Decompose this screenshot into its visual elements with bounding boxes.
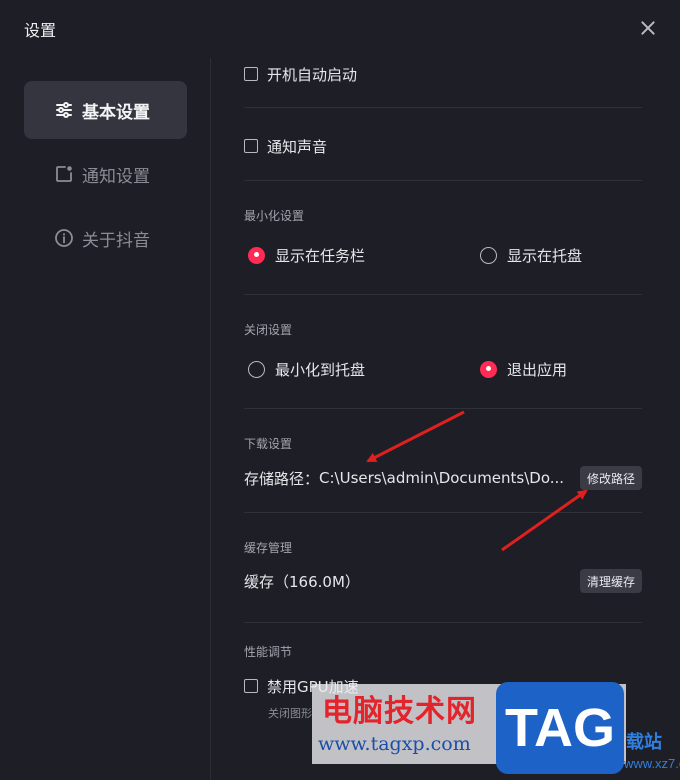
radio-indicator[interactable] xyxy=(480,360,497,378)
clear-cache-button[interactable]: 清理缓存 xyxy=(579,569,642,593)
watermark-side-url: www.xz7.com xyxy=(624,756,680,771)
sidebar-item-label: 基本设置 xyxy=(82,102,150,123)
watermark-logo: TAG xyxy=(496,682,624,774)
sidebar-item-about[interactable]: 关于抖音 xyxy=(24,209,187,267)
gpu-hint: 关闭图形 xyxy=(268,707,312,720)
notification-icon xyxy=(54,164,74,184)
autostart-label: 开机自动启动 xyxy=(267,65,358,84)
autostart-checkbox[interactable] xyxy=(244,67,258,81)
minimize-options: 显示在任务栏 显示在托盘 xyxy=(244,244,642,266)
change-path-button[interactable]: 修改路径 xyxy=(579,466,642,490)
divider xyxy=(244,107,642,108)
section-title-download: 下载设置 xyxy=(244,437,293,451)
radio-show-taskbar[interactable]: 显示在任务栏 xyxy=(248,245,365,266)
autostart-row[interactable]: 开机自动启动 xyxy=(244,64,642,84)
path-value: C:\Users\admin\Documents\Do... xyxy=(319,469,565,487)
radio-exit-app[interactable]: 退出应用 xyxy=(480,359,567,380)
close-icon[interactable] xyxy=(636,16,660,40)
divider xyxy=(244,512,642,513)
radio-show-tray[interactable]: 显示在托盘 xyxy=(480,245,582,266)
radio-label: 最小化到托盘 xyxy=(275,360,366,379)
download-path-row: 存储路径： C:\Users\admin\Documents\Do... 修改路… xyxy=(244,466,642,490)
sidebar: 基本设置 通知设置 关于抖音 xyxy=(0,58,210,780)
divider xyxy=(244,408,642,409)
settings-panel: 开机自动启动 通知声音 最小化设置 显示在任务栏 显示在托盘 关闭设置 最小化到… xyxy=(244,58,642,780)
radio-minimize-to-tray[interactable]: 最小化到托盘 xyxy=(248,359,365,380)
watermark-url: www.tagxp.com xyxy=(318,733,471,755)
sliders-icon xyxy=(54,100,74,120)
sidebar-divider xyxy=(210,58,211,780)
sidebar-item-basic-settings[interactable]: 基本设置 xyxy=(24,81,187,139)
notify-sound-label: 通知声音 xyxy=(267,137,328,156)
divider xyxy=(244,622,642,623)
radio-label: 显示在托盘 xyxy=(507,246,583,265)
radio-label: 显示在任务栏 xyxy=(275,246,366,265)
path-label: 存储路径： xyxy=(244,469,320,488)
cache-row: 缓存（166.0M） 清理缓存 xyxy=(244,569,642,593)
sidebar-item-label: 通知设置 xyxy=(82,166,150,187)
radio-indicator[interactable] xyxy=(480,246,497,264)
section-title-performance: 性能调节 xyxy=(244,645,293,659)
title-bar: 设置 xyxy=(0,0,680,58)
sidebar-item-label: 关于抖音 xyxy=(82,230,150,251)
info-icon xyxy=(54,228,74,248)
sidebar-item-notification-settings[interactable]: 通知设置 xyxy=(24,145,187,203)
section-title-minimize: 最小化设置 xyxy=(244,209,305,223)
notify-sound-checkbox[interactable] xyxy=(244,139,258,153)
notify-sound-row[interactable]: 通知声音 xyxy=(244,136,642,156)
close-options: 最小化到托盘 退出应用 xyxy=(244,358,642,380)
radio-indicator[interactable] xyxy=(248,360,265,378)
disable-gpu-checkbox[interactable] xyxy=(244,679,258,693)
section-title-cache: 缓存管理 xyxy=(244,541,293,555)
watermark-side-text: 载站 xyxy=(626,732,662,753)
radio-indicator[interactable] xyxy=(248,246,265,264)
divider xyxy=(244,180,642,181)
divider xyxy=(244,294,642,295)
watermark-text: 电脑技术网 xyxy=(322,694,477,729)
section-title-close: 关闭设置 xyxy=(244,323,293,337)
cache-value: 缓存（166.0M） xyxy=(244,572,360,591)
radio-label: 退出应用 xyxy=(507,360,568,379)
window-title: 设置 xyxy=(24,21,57,40)
